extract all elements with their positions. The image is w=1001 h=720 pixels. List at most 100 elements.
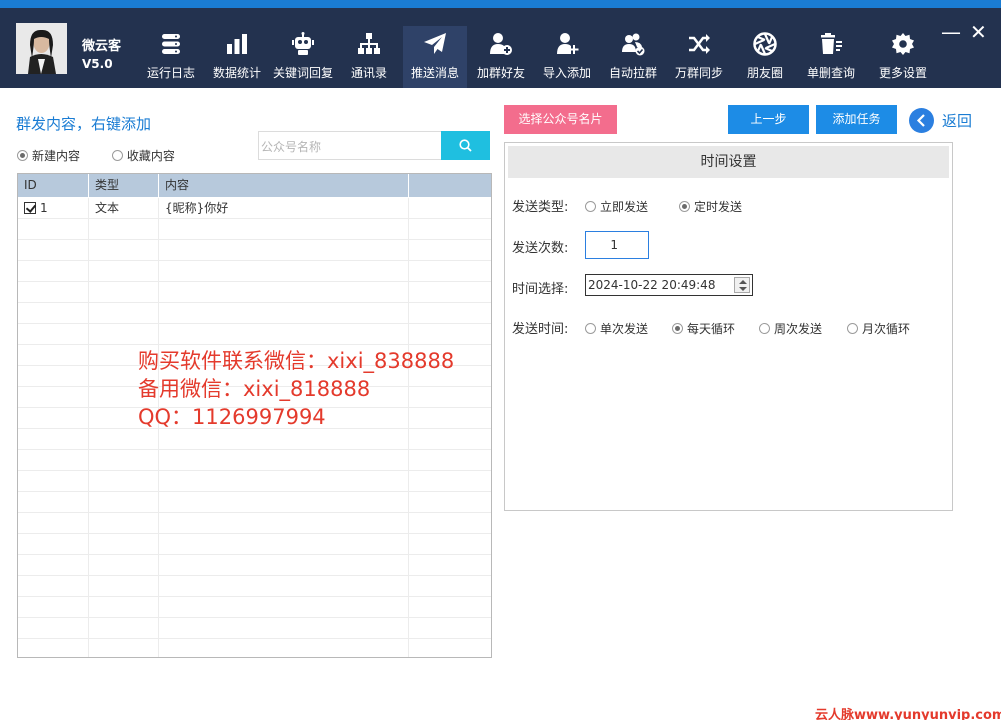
database-icon xyxy=(162,34,180,54)
radio-favorite-content[interactable]: 收藏内容 xyxy=(111,149,175,163)
empty-cell xyxy=(18,282,89,303)
empty-cell xyxy=(89,450,159,471)
datetime-picker[interactable]: 2024-10-22 20:49:48 xyxy=(585,274,753,296)
empty-cell xyxy=(18,618,89,639)
empty-cell xyxy=(159,471,409,492)
nav-auto-pull-group[interactable]: 自动拉群 xyxy=(600,26,666,88)
send-time-row: 发送时间: 单次发送 每天循环 周次发送 月次循环 xyxy=(512,318,910,337)
nav-single-delete-query[interactable]: 单删查询 xyxy=(798,26,864,88)
nav-more-settings[interactable]: 更多设置 xyxy=(870,26,936,88)
radio-new-content[interactable]: 新建内容 xyxy=(17,149,80,163)
radio-single-send-circle[interactable] xyxy=(585,323,596,334)
empty-cell xyxy=(18,492,89,513)
radio-send-scheduled-circle[interactable] xyxy=(679,201,690,212)
bar-chart-icon xyxy=(227,34,247,54)
back-button[interactable] xyxy=(909,108,934,133)
nav-run-log[interactable]: 运行日志 xyxy=(138,26,204,88)
radio-weekly-send[interactable]: 周次发送 xyxy=(759,320,822,337)
send-count-label: 发送次数: xyxy=(512,241,569,256)
radio-weekly-send-circle[interactable] xyxy=(759,323,770,334)
radio-single-send[interactable]: 单次发送 xyxy=(585,320,648,337)
column-header-id[interactable]: ID xyxy=(18,174,89,197)
app-name: 微云客 xyxy=(82,39,122,54)
empty-cell xyxy=(159,429,409,450)
radio-send-now-circle[interactable] xyxy=(585,201,596,212)
empty-cell xyxy=(89,639,159,657)
cell-content: {昵称}你好 xyxy=(159,198,409,219)
empty-cell xyxy=(159,513,409,534)
cell-id[interactable]: 1 xyxy=(18,198,89,219)
avatar[interactable] xyxy=(16,23,67,74)
empty-cell xyxy=(159,555,409,576)
empty-cell xyxy=(18,534,89,555)
row-checkbox[interactable] xyxy=(24,202,36,214)
search-button[interactable] xyxy=(441,131,490,160)
empty-cell xyxy=(18,345,89,366)
datetime-value[interactable]: 2024-10-22 20:49:48 xyxy=(588,278,715,292)
nav-import-add[interactable]: 导入添加 xyxy=(534,26,600,88)
radio-send-now[interactable]: 立即发送 xyxy=(585,198,648,215)
empty-cell xyxy=(89,240,159,261)
empty-cell xyxy=(18,576,89,597)
empty-cell xyxy=(159,303,409,324)
empty-cell xyxy=(159,492,409,513)
empty-cell xyxy=(89,261,159,282)
empty-cell xyxy=(89,576,159,597)
select-official-account-card-button[interactable]: 选择公众号名片 xyxy=(504,105,617,134)
nav-add-group-friends[interactable]: 加群好友 xyxy=(468,26,534,88)
back-link[interactable]: 返回 xyxy=(942,110,972,131)
empty-cell xyxy=(89,282,159,303)
empty-table-row xyxy=(18,576,491,597)
radio-favorite-content-circle[interactable] xyxy=(111,150,123,161)
title-bar: 微云客 V5.0 运行日志 数据统计 关键词回复 通讯录 推送消息 加群好友 导… xyxy=(0,0,1001,88)
send-time-label: 发送时间: xyxy=(512,322,569,337)
empty-cell xyxy=(159,639,409,657)
column-header-type[interactable]: 类型 xyxy=(89,174,159,197)
previous-step-button[interactable]: 上一步 xyxy=(728,105,809,134)
empty-cell xyxy=(89,429,159,450)
empty-table-row xyxy=(18,324,491,345)
shuffle-icon xyxy=(689,34,710,54)
column-header-content[interactable]: 内容 xyxy=(159,174,409,197)
empty-cell xyxy=(18,450,89,471)
org-chart-icon xyxy=(358,33,380,54)
search-input[interactable]: 公众号名称 xyxy=(258,131,442,160)
radio-new-content-circle[interactable] xyxy=(17,150,28,161)
datetime-spinner[interactable] xyxy=(734,277,750,293)
nav-push-message[interactable]: 推送消息 xyxy=(403,26,467,88)
group-check-icon xyxy=(622,33,645,56)
send-count-input[interactable]: 1 xyxy=(585,231,649,259)
close-button[interactable]: ✕ xyxy=(970,22,987,42)
minimize-button[interactable]: — xyxy=(941,22,961,42)
spin-down-icon[interactable] xyxy=(739,287,747,291)
nav-contacts[interactable]: 通讯录 xyxy=(336,26,402,88)
radio-monthly-loop[interactable]: 月次循环 xyxy=(847,320,910,337)
radio-send-scheduled[interactable]: 定时发送 xyxy=(679,198,742,215)
nav-keyword-reply[interactable]: 关键词回复 xyxy=(270,26,336,88)
nav-group-sync[interactable]: 万群同步 xyxy=(666,26,732,88)
table-row[interactable]: 1 文本 {昵称}你好 xyxy=(18,198,491,219)
empty-cell xyxy=(89,471,159,492)
spin-up-icon[interactable] xyxy=(739,280,747,284)
empty-cell xyxy=(18,219,89,240)
chevron-left-icon xyxy=(916,114,925,127)
empty-cell xyxy=(159,534,409,555)
empty-cell xyxy=(18,366,89,387)
empty-table-row xyxy=(18,597,491,618)
empty-cell xyxy=(18,387,89,408)
empty-cell xyxy=(89,492,159,513)
robot-icon xyxy=(292,32,314,55)
radio-daily-loop[interactable]: 每天循环 xyxy=(672,320,735,337)
nav-moments[interactable]: 朋友圈 xyxy=(732,26,798,88)
left-panel-title: 群发内容，右键添加 xyxy=(16,115,152,133)
add-task-button[interactable]: 添加任务 xyxy=(816,105,897,134)
empty-cell xyxy=(18,513,89,534)
empty-cell xyxy=(89,219,159,240)
app-version: V5.0 xyxy=(82,57,113,71)
empty-cell xyxy=(18,261,89,282)
radio-daily-loop-circle[interactable] xyxy=(672,323,683,334)
empty-cell xyxy=(159,618,409,639)
radio-monthly-loop-circle[interactable] xyxy=(847,323,858,334)
search-icon xyxy=(459,139,472,152)
nav-stats[interactable]: 数据统计 xyxy=(204,26,270,88)
